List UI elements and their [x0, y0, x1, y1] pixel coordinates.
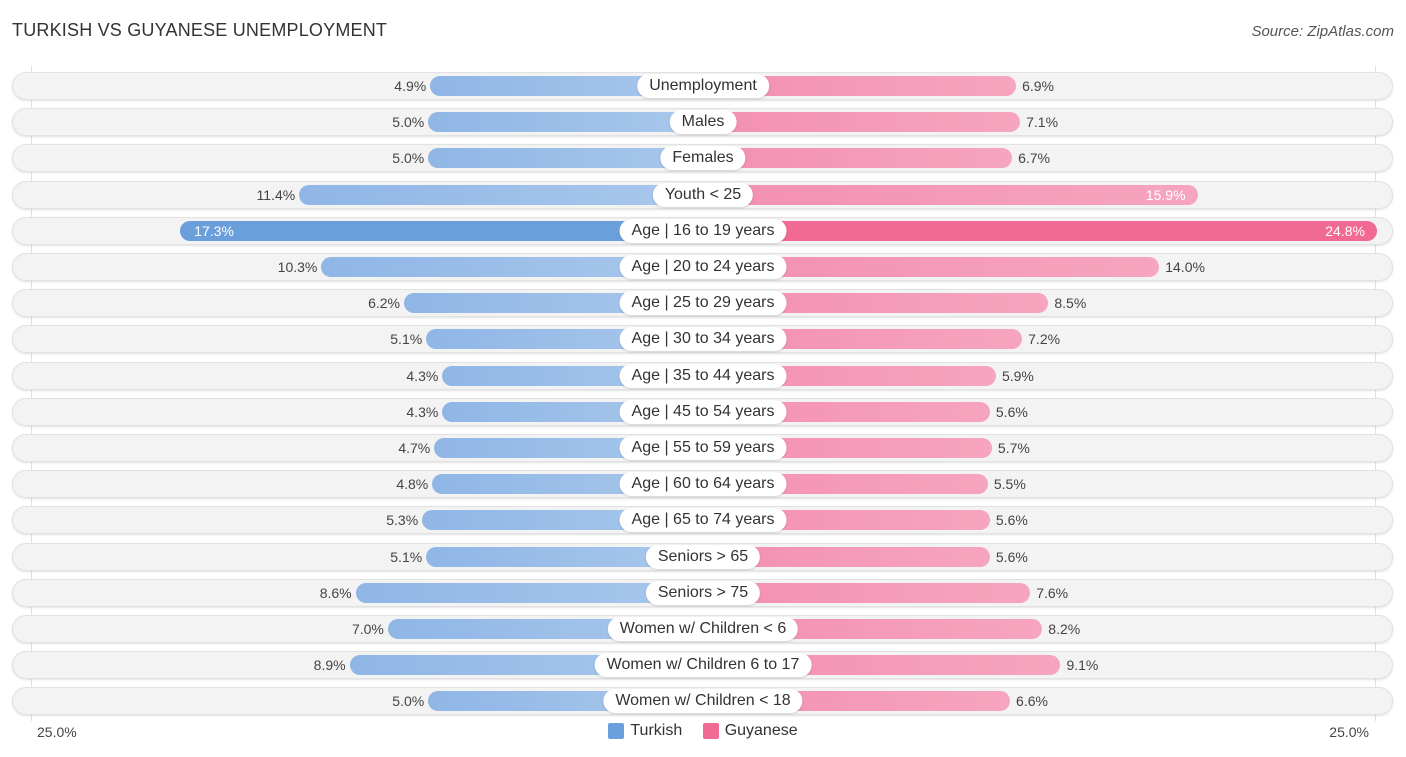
value-label-turkish: 5.0% [392, 114, 425, 131]
value-label-turkish: 17.3% [194, 222, 234, 239]
value-label-turkish: 8.6% [319, 584, 352, 601]
category-label: Age | 35 to 44 years [619, 363, 787, 388]
category-label: Age | 60 to 64 years [619, 472, 787, 497]
value-label-guyanese: 6.7% [1018, 150, 1050, 167]
value-label-guyanese: 9.1% [1066, 657, 1099, 674]
value-label-guyanese: 5.5% [993, 476, 1026, 493]
value-label-guyanese: 8.5% [1054, 295, 1087, 312]
category-label: Age | 20 to 24 years [619, 255, 787, 279]
category-label: Age | 65 to 74 years [619, 508, 787, 533]
value-label-guyanese: 6.9% [1022, 78, 1055, 94]
value-label-guyanese: 14.0% [1165, 259, 1205, 275]
category-label: Age | 55 to 59 years [619, 436, 787, 460]
value-label-turkish: 8.9% [313, 657, 346, 674]
legend-item-guyanese[interactable]: Guyanese [702, 722, 798, 740]
bar-guyanese[interactable] [703, 184, 1198, 205]
value-label-guyanese: 7.1% [1026, 114, 1059, 131]
value-label-turkish: 6.2% [368, 295, 401, 312]
value-label-turkish: 4.8% [396, 476, 429, 493]
value-label-guyanese: 7.6% [1036, 584, 1069, 601]
category-label: Women w/ Children < 18 [603, 689, 803, 714]
value-label-guyanese: 24.8% [1325, 222, 1365, 239]
chart-area: 4.9% 6.9% Unemployment 5.0% 7.1% Males 5.0% 6.7… [0, 0, 1406, 757]
value-label-turkish: 7.0% [351, 621, 384, 637]
legend-swatch-guyanese [702, 723, 719, 739]
legend-label-guyanese: Guyanese [724, 722, 798, 739]
category-label: Females [660, 146, 746, 171]
value-label-turkish: 4.3% [406, 403, 439, 420]
value-label-turkish: 4.7% [398, 440, 431, 456]
bar-turkish[interactable] [428, 112, 703, 133]
value-label-guyanese: 5.6% [995, 403, 1028, 420]
value-label-guyanese: 8.2% [1048, 621, 1081, 637]
category-label: Age | 25 to 29 years [619, 291, 787, 316]
value-label-guyanese: 6.6% [1016, 693, 1048, 710]
value-label-turkish: 11.4% [256, 186, 296, 203]
category-label: Age | 45 to 54 years [619, 399, 787, 424]
legend: Turkish Guyanese [0, 722, 1406, 744]
legend-item-turkish[interactable]: Turkish [608, 722, 682, 740]
value-label-turkish: 5.1% [390, 548, 423, 565]
value-label-turkish: 4.3% [406, 367, 439, 384]
bar-guyanese[interactable] [703, 112, 1021, 133]
value-label-guyanese: 5.9% [1001, 367, 1034, 384]
value-label-turkish: 4.9% [394, 78, 427, 94]
category-label: Seniors > 65 [645, 544, 761, 569]
category-label: Males [669, 110, 737, 135]
value-label-guyanese: 15.9% [1145, 186, 1186, 203]
bar-turkish[interactable] [299, 184, 703, 205]
value-label-guyanese: 5.7% [997, 440, 1030, 456]
value-label-turkish: 5.0% [392, 150, 425, 167]
bar-guyanese[interactable] [703, 220, 1377, 241]
category-label: Age | 30 to 34 years [619, 327, 787, 352]
category-label: Age | 16 to 19 years [619, 218, 787, 243]
category-label: Seniors > 75 [645, 580, 761, 605]
value-label-turkish: 5.1% [390, 331, 423, 348]
value-label-turkish: 5.0% [392, 693, 425, 710]
legend-swatch-turkish [608, 723, 625, 739]
value-label-turkish: 10.3% [277, 259, 318, 275]
category-label: Youth < 25 [652, 182, 754, 207]
category-label: Unemployment [637, 74, 769, 98]
bar-guyanese[interactable] [703, 148, 1013, 169]
value-label-guyanese: 7.2% [1028, 331, 1061, 348]
category-label: Women w/ Children 6 to 17 [594, 653, 812, 678]
value-label-turkish: 5.3% [386, 512, 419, 529]
value-label-guyanese: 5.6% [995, 548, 1028, 565]
legend-label-turkish: Turkish [630, 722, 683, 739]
value-label-guyanese: 5.6% [995, 512, 1028, 529]
category-label: Women w/ Children < 6 [607, 617, 799, 641]
